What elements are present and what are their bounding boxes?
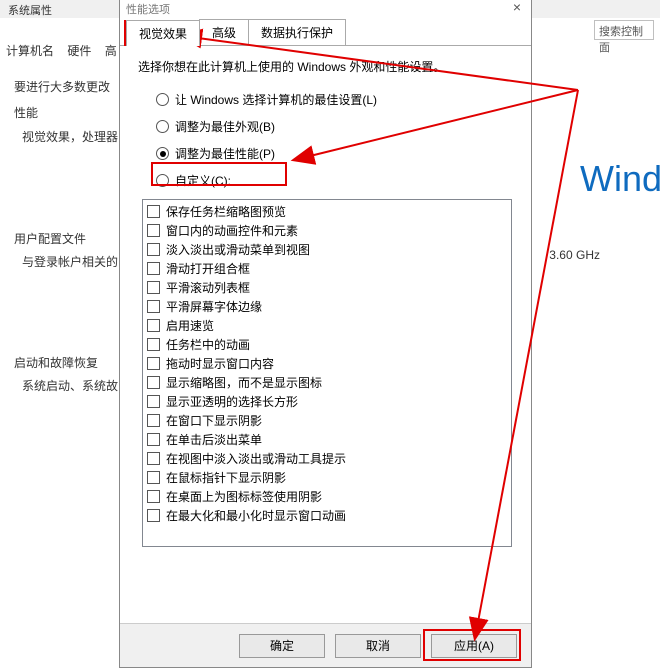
radio-label: 调整为最佳外观(B) [175,118,275,135]
custom-options-list[interactable]: 保存任务栏缩略图预览 窗口内的动画控件和元素 淡入淡出或滑动菜单到视图 滑动打开… [142,199,512,547]
list-item[interactable]: 滑动打开组合框 [147,259,507,278]
list-item[interactable]: 在鼠标指针下显示阴影 [147,468,507,487]
checkbox-icon [147,262,160,275]
list-item-label: 拖动时显示窗口内容 [166,355,274,372]
bg-user-desc: 与登录帐户相关的 [22,253,118,270]
checkbox-icon [147,376,160,389]
list-item-label: 在桌面上为图标标签使用阴影 [166,488,322,505]
checkbox-icon [147,357,160,370]
radio-icon [156,93,169,106]
radio-label: 调整为最佳性能(P) [175,145,275,162]
checkbox-icon [147,300,160,313]
radio-label: 自定义(C): [175,172,231,189]
list-item-label: 淡入淡出或滑动菜单到视图 [166,241,310,258]
radio-best-performance[interactable]: 调整为最佳性能(P) [156,145,513,162]
list-item[interactable]: 任务栏中的动画 [147,335,507,354]
checkbox-icon [147,224,160,237]
list-item[interactable]: 窗口内的动画控件和元素 [147,221,507,240]
checkbox-icon [147,471,160,484]
search-input[interactable]: 搜索控制面 [594,20,654,40]
checkbox-icon [147,509,160,522]
apply-button[interactable]: 应用(A) [431,634,517,658]
checkbox-icon [147,281,160,294]
dialog-body: 选择你想在此计算机上使用的 Windows 外观和性能设置。 让 Windows… [120,46,531,626]
bg-windows-logo-text: Wind [580,158,660,200]
performance-options-dialog: 性能选项 × 视觉效果 高级 数据执行保护 选择你想在此计算机上使用的 Wind… [119,0,532,668]
dialog-description: 选择你想在此计算机上使用的 Windows 外观和性能设置。 [138,58,513,75]
bg-title: 系统属性 [8,2,52,18]
list-item[interactable]: 显示亚透明的选择长方形 [147,392,507,411]
dialog-title: 性能选项 [120,0,531,18]
radio-custom[interactable]: 自定义(C): [156,172,513,189]
bg-tab-hardware[interactable]: 硬件 [67,44,91,58]
checkbox-icon [147,338,160,351]
list-item-label: 在最大化和最小化时显示窗口动画 [166,507,346,524]
bg-startup-desc: 系统启动、系统故 [22,377,118,394]
list-item-label: 在鼠标指针下显示阴影 [166,469,286,486]
list-item[interactable]: 启用速览 [147,316,507,335]
list-item-label: 平滑滚动列表框 [166,279,250,296]
list-item[interactable]: 拖动时显示窗口内容 [147,354,507,373]
list-item[interactable]: 在桌面上为图标标签使用阴影 [147,487,507,506]
list-item-label: 在视图中淡入淡出或滑动工具提示 [166,450,346,467]
list-item[interactable]: 在视图中淡入淡出或滑动工具提示 [147,449,507,468]
list-item-label: 保存任务栏缩略图预览 [166,203,286,220]
checkbox-icon [147,395,160,408]
checkbox-icon [147,490,160,503]
bg-tab-advanced-cut[interactable]: 高 [105,44,117,58]
bg-user-group: 用户配置文件 [14,230,86,247]
checkbox-icon [147,205,160,218]
list-item-label: 在窗口下显示阴影 [166,412,262,429]
radio-label: 让 Windows 选择计算机的最佳设置(L) [175,91,377,108]
dialog-footer: 确定 取消 应用(A) [120,623,531,667]
list-item[interactable]: 显示缩略图，而不是显示图标 [147,373,507,392]
bg-desc-1: 要进行大多数更改 [14,78,110,95]
radio-let-windows-choose[interactable]: 让 Windows 选择计算机的最佳设置(L) [156,91,513,108]
list-item[interactable]: 平滑屏幕字体边缘 [147,297,507,316]
checkbox-icon [147,243,160,256]
list-item[interactable]: 在窗口下显示阴影 [147,411,507,430]
bg-tabs: 计算机名 硬件 高 [6,42,127,59]
list-item-label: 平滑屏幕字体边缘 [166,298,262,315]
list-item-label: 滑动打开组合框 [166,260,250,277]
list-item-label: 显示亚透明的选择长方形 [166,393,298,410]
bg-startup-group: 启动和故障恢复 [14,354,98,371]
checkbox-icon [147,452,160,465]
close-icon[interactable]: × [509,0,525,16]
list-item-label: 任务栏中的动画 [166,336,250,353]
list-item[interactable]: 在最大化和最小化时显示窗口动画 [147,506,507,525]
list-item[interactable]: 保存任务栏缩略图预览 [147,202,507,221]
cancel-button[interactable]: 取消 [335,634,421,658]
bg-ghz: 3.60 GHz [549,248,600,262]
bg-tab-computer-name[interactable]: 计算机名 [6,44,54,58]
radio-icon [156,120,169,133]
list-item-label: 启用速览 [166,317,214,334]
checkbox-icon [147,319,160,332]
radio-icon [156,174,169,187]
bg-perf-group: 性能 [14,104,38,121]
dialog-tabs: 视觉效果 高级 数据执行保护 [120,18,531,46]
list-item[interactable]: 在单击后淡出菜单 [147,430,507,449]
checkbox-icon [147,433,160,446]
ok-button[interactable]: 确定 [239,634,325,658]
tab-visual-effects[interactable]: 视觉效果 [126,20,200,46]
bg-perf-desc: 视觉效果，处理器 [22,128,118,145]
tab-advanced[interactable]: 高级 [199,19,249,45]
list-item[interactable]: 淡入淡出或滑动菜单到视图 [147,240,507,259]
list-item-label: 在单击后淡出菜单 [166,431,262,448]
list-item-label: 显示缩略图，而不是显示图标 [166,374,322,391]
tab-dep[interactable]: 数据执行保护 [248,19,346,45]
radio-icon [156,147,169,160]
list-item-label: 窗口内的动画控件和元素 [166,222,298,239]
radio-best-appearance[interactable]: 调整为最佳外观(B) [156,118,513,135]
checkbox-icon [147,414,160,427]
list-item[interactable]: 平滑滚动列表框 [147,278,507,297]
